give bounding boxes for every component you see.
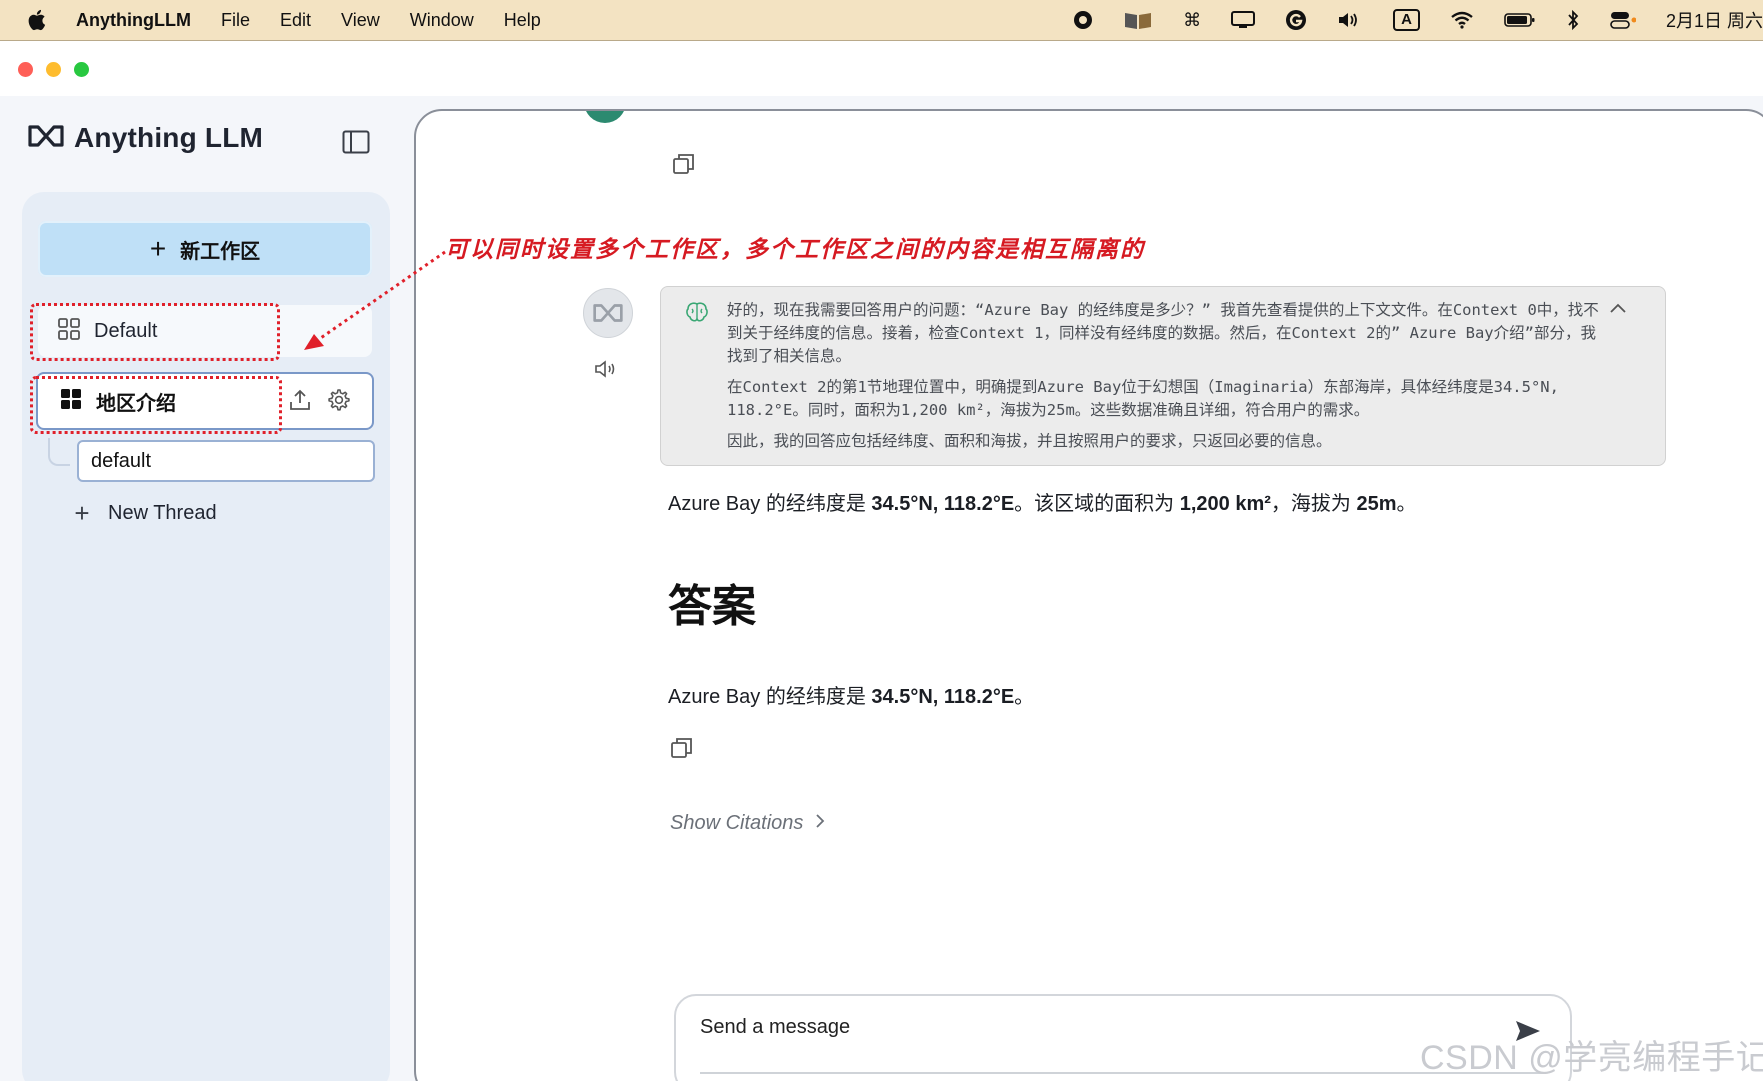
plus-icon: + — [149, 233, 167, 264]
brand-name: Anything LLM — [74, 122, 264, 153]
volume-icon[interactable] — [1337, 10, 1363, 30]
close-window-button[interactable] — [18, 62, 33, 77]
new-thread-button[interactable]: + New Thread — [72, 498, 217, 529]
watermark: CSDN @学亮编程手记 — [1420, 1039, 1763, 1077]
thinking-paragraph: 因此，我的回答应包括经纬度、面积和海拔，并且按照用户的要求，只返回必要的信息。 — [727, 432, 1332, 450]
menu-edit[interactable]: Edit — [280, 10, 311, 31]
input-source-icon[interactable]: A — [1393, 9, 1420, 31]
thread-branch-line — [48, 438, 70, 466]
wifi-icon[interactable] — [1450, 11, 1474, 29]
macos-menu-bar: AnythingLLM File Edit View Window Help ⌘… — [0, 0, 1763, 40]
zoom-window-button[interactable] — [74, 62, 89, 77]
thread-item-default[interactable]: default — [77, 440, 375, 482]
answer-text-final: Azure Bay 的经纬度是 34.5°N, 118.2°E。 — [668, 680, 1034, 709]
workspace-actions — [288, 388, 350, 417]
annotation-arrow-icon — [304, 250, 446, 350]
copy-icon[interactable] — [670, 736, 694, 765]
annotation-box-default — [30, 303, 280, 361]
minimize-window-button[interactable] — [46, 62, 61, 77]
window-titlebar — [0, 40, 1763, 96]
answer-altitude: 25m — [1356, 493, 1397, 515]
menu-file[interactable]: File — [221, 10, 250, 31]
status-tray: ⌘ A 2月1日 周六 — [1073, 0, 1763, 40]
answer-suffix: 。 — [1396, 493, 1417, 515]
thinking-text: 好的，现在我需要回答用户的问题：“Azure Bay 的经纬度是多少？” 我首先… — [727, 299, 1607, 461]
thread-label: default — [91, 449, 152, 472]
show-citations-label: Show Citations — [670, 812, 804, 834]
sidebar-toggle-icon[interactable] — [342, 130, 370, 154]
chevron-up-icon[interactable] — [1609, 301, 1627, 319]
menu-view[interactable]: View — [341, 10, 380, 31]
new-workspace-label: 新工作区 — [180, 240, 261, 263]
annotation-caption: 可以同时设置多个工作区，多个工作区之间的内容是相互隔离的 — [445, 236, 1145, 263]
book-icon[interactable] — [1123, 9, 1153, 31]
grammarly-icon[interactable] — [1285, 9, 1307, 31]
assistant-avatar — [583, 288, 633, 338]
show-citations-button[interactable]: Show Citations — [670, 812, 825, 835]
record-icon[interactable] — [1073, 10, 1093, 30]
input-source-label: A — [1393, 9, 1420, 31]
answer-prefix: Azure Bay 的经纬度是 — [668, 686, 872, 708]
answer-coords: 34.5°N, 118.2°E — [871, 493, 1015, 515]
answer-coords: 34.5°N, 118.2°E — [871, 686, 1015, 708]
thinking-paragraph: 在Context 2的第1节地理位置中，明确提到Azure Bay位于幻想国（I… — [727, 378, 1559, 419]
chevron-right-icon — [815, 812, 825, 835]
answer-text: Azure Bay 的经纬度是 34.5°N, 118.2°E。该区域的面积为 … — [668, 487, 1416, 516]
plus-icon: + — [74, 498, 90, 528]
menu-app-name[interactable]: AnythingLLM — [76, 10, 191, 31]
settings-gear-icon[interactable] — [326, 388, 350, 417]
new-thread-label: New Thread — [108, 502, 217, 524]
control-center-icon[interactable] — [1610, 10, 1636, 30]
message-input[interactable] — [700, 1016, 1400, 1039]
battery-icon[interactable] — [1504, 12, 1536, 28]
answer-heading: 答案 — [668, 582, 756, 631]
answer-area: 1,200 km² — [1179, 493, 1271, 515]
menu-clock[interactable]: 2月1日 周六 — [1666, 7, 1763, 33]
brand: Anything LLM — [28, 122, 263, 154]
apple-logo-icon[interactable] — [26, 8, 48, 32]
upload-icon[interactable] — [288, 388, 312, 417]
answer-prefix: Azure Bay 的经纬度是 — [668, 493, 872, 515]
command-icon[interactable]: ⌘ — [1183, 10, 1201, 31]
answer-suffix: 。 — [1014, 686, 1035, 708]
display-icon[interactable] — [1231, 10, 1256, 30]
thinking-paragraph: 好的，现在我需要回答用户的问题：“Azure Bay 的经纬度是多少？” 我首先… — [727, 301, 1599, 365]
brain-icon — [685, 301, 709, 328]
annotation-box-active — [30, 376, 282, 434]
answer-mid2: ，海拔为 — [1270, 493, 1357, 515]
menu-window[interactable]: Window — [410, 10, 474, 31]
speaker-icon[interactable] — [594, 358, 620, 385]
thinking-block: 好的，现在我需要回答用户的问题：“Azure Bay 的经纬度是多少？” 我首先… — [660, 286, 1666, 466]
bluetooth-icon[interactable] — [1566, 9, 1580, 31]
menu-help[interactable]: Help — [504, 10, 541, 31]
answer-mid: 。该区域的面积为 — [1014, 493, 1180, 515]
user-avatar — [584, 111, 626, 123]
copy-icon[interactable] — [672, 152, 696, 181]
anythingllm-logo-icon — [28, 124, 64, 153]
